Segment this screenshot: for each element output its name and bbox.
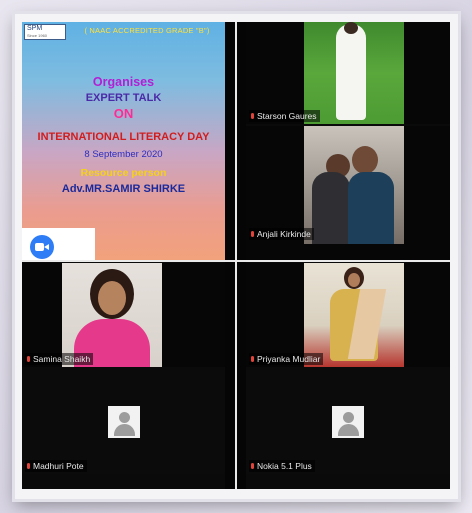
participant-name: Anjali Kirkinde (257, 229, 311, 239)
participant-name: Nokia 5.1 Plus (257, 461, 312, 471)
user-placeholder-icon (332, 406, 364, 438)
participant-name-tag: Anjali Kirkinde (249, 228, 314, 240)
video-tile[interactable]: Nokia 5.1 Plus (246, 370, 450, 474)
mic-muted-icon (251, 113, 254, 119)
naac-label: ( NAAC ACCREDITED GRADE "B") (84, 26, 210, 35)
participant-name: Samina Shaikh (33, 354, 91, 364)
participant-video (62, 263, 162, 367)
participant-name: Madhuri Pote (33, 461, 84, 471)
organises-text: Organises (92, 75, 155, 89)
college-logo: SPM Since 1960 (24, 24, 66, 40)
speaker-name: Adv.MR.SAMIR SHIRKE (61, 183, 186, 195)
participant-name-tag: Nokia 5.1 Plus (249, 460, 315, 472)
video-tile[interactable]: Priyanka Mudliar (246, 263, 450, 367)
video-tile[interactable]: Samina Shaikh (22, 263, 225, 367)
participant-name-tag: Priyanka Mudliar (249, 353, 324, 365)
participant-name-tag: Samina Shaikh (25, 353, 94, 365)
mic-muted-icon (27, 463, 30, 469)
logo-text: SPM (27, 25, 43, 32)
participant-name-tag: Starson Gaures (249, 110, 320, 122)
video-tile[interactable]: Starson Gaures (246, 22, 450, 124)
participant-video (304, 126, 404, 244)
zoom-camera-icon (30, 235, 54, 259)
user-placeholder-icon (107, 406, 140, 438)
resource-person-label: Resource person (80, 167, 167, 179)
video-gallery: SPM Since 1960 ( NAAC ACCREDITED GRADE "… (22, 22, 450, 489)
expert-talk-text: EXPERT TALK (85, 92, 162, 104)
on-text: ON (113, 106, 134, 121)
video-tile[interactable]: Madhuri Pote (22, 370, 225, 474)
event-title: INTERNATIONAL LITERACY DAY (37, 131, 210, 143)
participant-video (304, 263, 404, 367)
mic-muted-icon (251, 356, 254, 362)
event-date: 8 September 2020 (84, 149, 163, 160)
participant-name-tag: Madhuri Pote (25, 460, 87, 472)
divider-line (22, 260, 450, 262)
participant-name: Priyanka Mudliar (257, 354, 321, 364)
video-tile[interactable]: Anjali Kirkinde (246, 126, 450, 260)
zoom-logo-card (22, 228, 95, 260)
divider-line (235, 22, 237, 489)
mic-muted-icon (251, 231, 254, 237)
participant-video (304, 22, 404, 124)
shared-screen-poster: SPM Since 1960 ( NAAC ACCREDITED GRADE "… (22, 22, 225, 260)
mic-muted-icon (251, 463, 254, 469)
participant-name: Starson Gaures (257, 111, 317, 121)
logo-subtext: Since 1960 (27, 33, 48, 38)
mic-muted-icon (27, 356, 30, 362)
